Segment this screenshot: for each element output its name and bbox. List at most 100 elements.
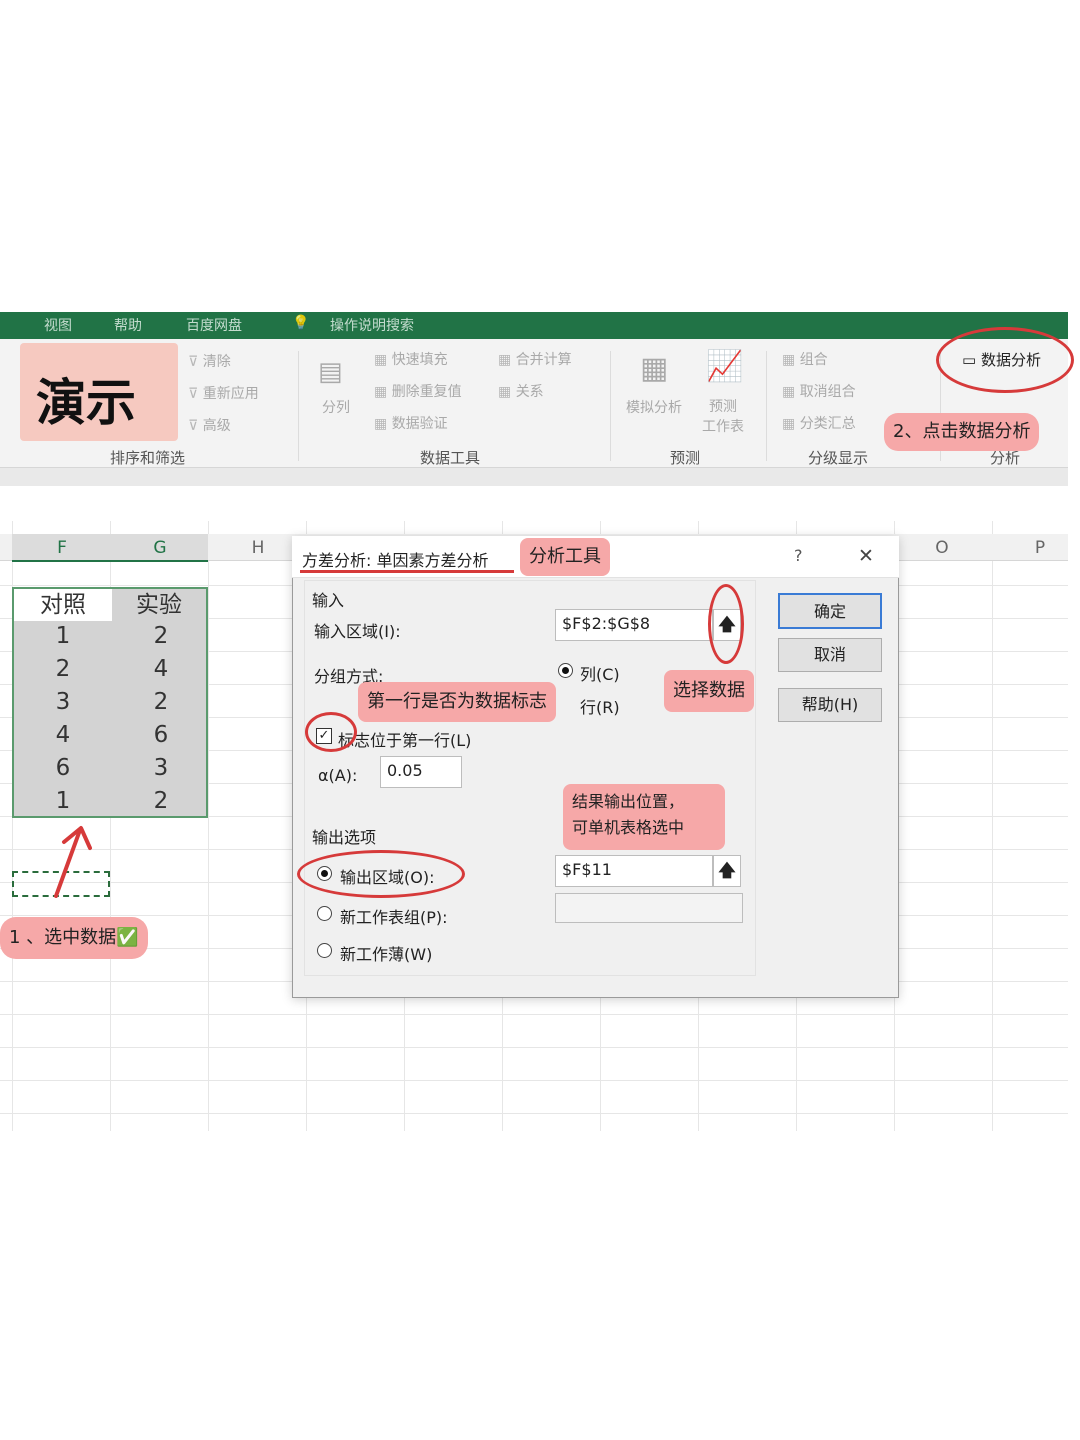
group-icon: ▦ [782,352,800,368]
group-by-column-label: 列(C) [580,665,620,684]
output-range-field[interactable]: $F$11 [555,855,713,887]
flash-fill-button[interactable]: ▦ 快速填充 [374,349,448,369]
input-range-circle-mark [708,584,744,664]
data-cell[interactable]: 2 [112,623,210,649]
ribbon-divider [766,351,767,461]
input-section-label: 输入 [312,591,345,610]
input-range-label: 输入区域(I): [314,622,401,641]
data-cell[interactable]: 3 [112,755,210,781]
step2-callout: 2、点击数据分析 [884,413,1040,451]
text-to-columns-button[interactable]: 分列 [322,397,350,417]
ok-button[interactable]: 确定 [778,593,882,629]
column-header-p[interactable]: P [1010,538,1070,558]
select-data-callout: 选择数据 [664,670,754,712]
column-header-g-selected: G [153,538,167,558]
help-icon[interactable]: ? [794,546,803,565]
what-if-button[interactable]: 模拟分析 [626,397,682,417]
data-cell[interactable]: 1 [14,788,112,814]
output-position-callout: 结果输出位置， 可单机表格选中 [563,784,725,850]
analysis-tool-callout: 分析工具 [520,538,610,576]
text-to-columns-icon: ▤ [318,357,343,387]
selected-data-range[interactable]: 对照 实验 1 2 2 4 3 2 4 6 6 3 1 2 [12,587,208,818]
remove-duplicates-button[interactable]: ▦ 删除重复值 [374,381,462,401]
flash-fill-icon: ▦ [374,352,392,368]
menu-tell-me[interactable]: 操作说明搜索 [330,315,414,335]
input-range-field[interactable]: $F$2:$G$8 [555,609,713,641]
ribbon-divider [298,351,299,461]
output-range-circle-mark [297,850,465,898]
selected-columns-highlight: F G [12,534,208,562]
data-validation-button[interactable]: ▦ 数据验证 [374,413,448,433]
data-cell[interactable]: 3 [14,689,112,715]
new-sheet-radio[interactable] [317,906,332,921]
consolidate-icon: ▦ [498,352,516,368]
cancel-button[interactable]: 取消 [778,638,882,672]
lightbulb-icon: 💡 [292,315,310,331]
menu-help[interactable]: 帮助 [114,315,142,335]
advanced-filter-icon: ⊽ [188,418,203,434]
group-by-row-label: 行(R) [580,698,620,717]
collapse-output-range-icon[interactable]: 🡅 [713,855,741,887]
column-header-h[interactable]: H [228,538,288,558]
group-sort-filter: 排序和筛选 [110,449,186,467]
group-outline: 分级显示 [808,449,869,467]
output-section-label: 输出选项 [312,828,377,847]
title-underline-mark [300,570,514,573]
menu-view[interactable]: 视图 [44,315,72,335]
clear-filter-button[interactable]: ⊽ 清除 [188,351,231,371]
ribbon-divider [610,351,611,461]
group-by-column-radio[interactable] [558,663,573,678]
dialog-help-button[interactable]: 帮助(H) [778,688,882,722]
data-cell[interactable]: 6 [14,755,112,781]
group-data-tools: 数据工具 [420,449,481,467]
labels-first-row-label: 标志位于第一行(L) [338,731,472,750]
new-workbook-radio[interactable] [317,943,332,958]
relationships-button[interactable]: ▦ 关系 [498,381,544,401]
reapply-button[interactable]: ⊽ 重新应用 [188,383,259,403]
what-if-icon: ▦ [640,351,669,386]
data-cell[interactable]: 4 [14,722,112,748]
first-row-callout: 第一行是否为数据标志 [358,682,556,722]
data-cell[interactable]: 1 [14,623,112,649]
relationships-icon: ▦ [498,384,516,400]
alpha-field[interactable]: 0.05 [380,756,462,788]
analysis-circle-mark [936,327,1074,393]
column-header-o[interactable]: O [912,538,972,558]
data-cell[interactable]: 6 [112,722,210,748]
group-button[interactable]: ▦ 组合 [782,349,828,369]
new-workbook-label: 新工作薄(W) [340,945,433,964]
group-forecast: 预测 [670,449,701,467]
new-sheet-label: 新工作表组(P): [340,908,448,927]
ribbon-menu-bar: 视图 帮助 百度网盘 💡 操作说明搜索 [0,312,1068,339]
checkbox-circle-mark [305,712,357,752]
alpha-label: α(A): [318,766,358,785]
data-cell[interactable]: 2 [14,656,112,682]
ungroup-icon: ▦ [782,384,800,400]
data-validation-icon: ▦ [374,416,392,432]
menu-baidu-netdisk[interactable]: 百度网盘 [186,315,242,335]
forecast-sheet-icon: 📈 [706,349,744,384]
clear-filter-icon: ⊽ [188,354,203,370]
close-icon[interactable]: ✕ [858,545,874,567]
demo-label: 演示 [36,374,136,432]
subtotal-icon: ▦ [782,416,800,432]
ungroup-button[interactable]: ▦ 取消组合 [782,381,856,401]
consolidate-button[interactable]: ▦ 合并计算 [498,349,572,369]
data-cell[interactable]: 2 [112,689,210,715]
arrow-up-icon [54,826,92,898]
demo-label-box: 演示 [20,343,178,441]
forecast-sheet-button[interactable]: 预测 工作表 [702,397,744,437]
header-cell-control[interactable]: 对照 [14,589,112,621]
new-sheet-name-field[interactable] [555,893,743,923]
step1-callout: 1 、选中数据✅ [0,917,148,959]
formula-bar-strip [0,468,1068,486]
subtotal-button[interactable]: ▦ 分类汇总 [782,413,856,433]
advanced-filter-button[interactable]: ⊽ 高级 [188,415,231,435]
data-cell[interactable]: 2 [112,788,210,814]
reapply-icon: ⊽ [188,386,203,402]
header-cell-experiment[interactable]: 实验 [112,589,206,621]
remove-duplicates-icon: ▦ [374,384,392,400]
dialog-title: 方差分析: 单因素方差分析 [302,551,489,570]
column-header-f-selected: F [57,538,67,558]
data-cell[interactable]: 4 [112,656,210,682]
